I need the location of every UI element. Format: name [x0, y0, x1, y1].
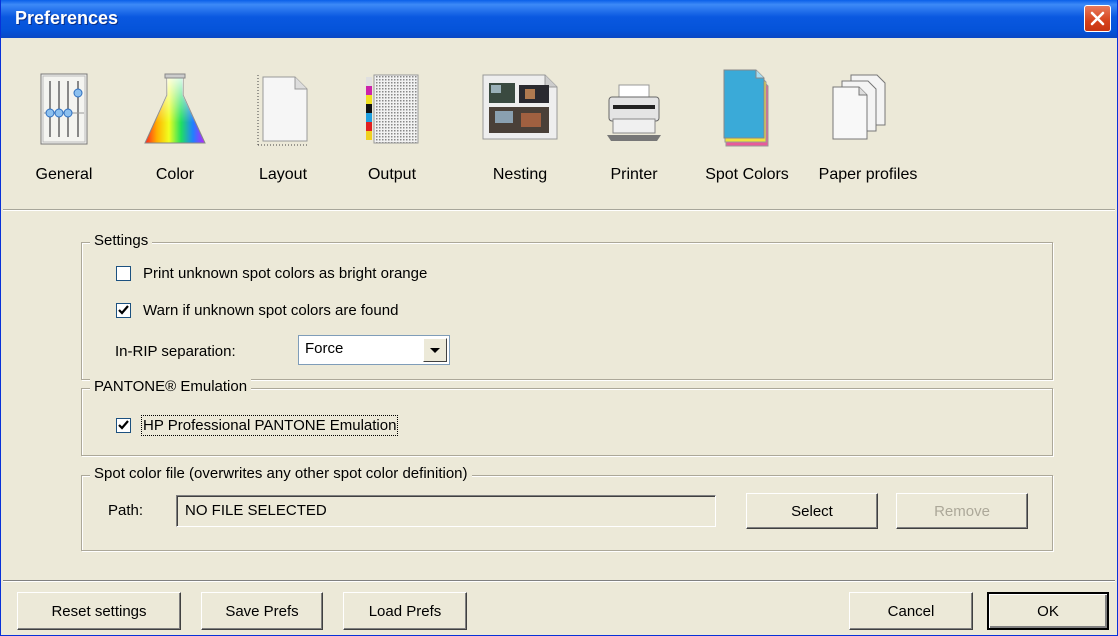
pantone-legend: PANTONE® Emulation — [90, 378, 252, 395]
tab-nesting-label: Nesting — [492, 166, 548, 183]
checkmark-icon — [118, 420, 129, 430]
page-icon — [257, 75, 309, 146]
checkmark-icon — [118, 305, 129, 315]
tab-spot-colors[interactable]: Spot Colors — [693, 38, 801, 198]
color-flask-icon — [144, 73, 206, 144]
tab-paper-profiles[interactable]: Paper profiles — [813, 38, 923, 198]
chevron-down-icon — [430, 348, 440, 353]
close-icon — [1090, 11, 1105, 26]
spot-colors-panel: Settings Print unknown spot colors as br… — [3, 210, 1115, 580]
reset-settings-button[interactable]: Reset settings — [17, 592, 181, 630]
window-title: Preferences — [15, 8, 119, 28]
remove-button: Remove — [896, 493, 1028, 529]
tab-layout-label: Layout — [258, 166, 308, 183]
cancel-button[interactable]: Cancel — [849, 592, 973, 630]
spot-file-group: Spot color file (overwrites any other sp… — [81, 465, 1053, 551]
tab-general-label: General — [35, 166, 93, 183]
load-prefs-button[interactable]: Load Prefs — [343, 592, 467, 630]
select-button[interactable]: Select — [746, 493, 878, 529]
pantone-group: PANTONE® Emulation HP Professional PANTO… — [81, 378, 1053, 456]
hp-pantone-checkbox[interactable] — [116, 418, 131, 433]
spot-file-legend: Spot color file (overwrites any other sp… — [90, 465, 472, 482]
path-label: Path: — [108, 502, 144, 519]
tab-spot-colors-label: Spot Colors — [705, 166, 789, 183]
ok-button[interactable]: OK — [987, 592, 1109, 630]
paper-stack-icon — [832, 74, 886, 140]
settings-group: Settings Print unknown spot colors as br… — [81, 232, 1053, 380]
close-button[interactable] — [1084, 5, 1111, 32]
tab-color-label: Color — [155, 166, 195, 183]
path-value: NO FILE SELECTED — [185, 502, 327, 519]
preferences-dialog: Preferences General Color Layout Output … — [0, 0, 1118, 636]
inrip-select[interactable]: Force — [298, 335, 450, 365]
tab-paper-profiles-label: Paper profiles — [818, 166, 918, 183]
inrip-label: In-RIP separation: — [115, 343, 236, 360]
warn-unknown-label: Warn if unknown spot colors are found — [143, 302, 399, 319]
print-unknown-label: Print unknown spot colors as bright oran… — [143, 265, 428, 282]
dialog-footer: Reset settings Save Prefs Load Prefs Can… — [3, 580, 1115, 635]
save-prefs-button[interactable]: Save Prefs — [201, 592, 323, 630]
title-bar[interactable]: Preferences — [1, 0, 1117, 38]
spot-colors-icon — [723, 69, 769, 147]
warn-unknown-checkbox[interactable] — [116, 303, 131, 318]
print-unknown-checkbox[interactable] — [116, 266, 131, 281]
path-field[interactable]: NO FILE SELECTED — [176, 495, 716, 527]
inrip-value: Force — [305, 340, 344, 357]
inrip-dropdown-button[interactable] — [423, 338, 447, 362]
output-sheet-icon — [366, 74, 419, 144]
tab-color[interactable]: Color — [129, 38, 221, 198]
tab-general[interactable]: General — [21, 38, 107, 198]
tab-layout[interactable]: Layout — [243, 38, 323, 198]
tab-output-label: Output — [367, 166, 417, 183]
tab-output[interactable]: Output — [349, 38, 435, 198]
tab-printer[interactable]: Printer — [597, 38, 671, 198]
tab-printer-label: Printer — [610, 166, 658, 183]
preferences-toolbar: General Color Layout Output Nesting Prin… — [3, 38, 1115, 210]
nesting-images-icon — [482, 74, 558, 140]
hp-pantone-label: HP Professional PANTONE Emulation — [140, 415, 399, 436]
settings-legend: Settings — [90, 232, 153, 249]
tab-nesting[interactable]: Nesting — [475, 38, 565, 198]
printer-icon — [607, 84, 661, 141]
sliders-icon — [40, 73, 88, 145]
